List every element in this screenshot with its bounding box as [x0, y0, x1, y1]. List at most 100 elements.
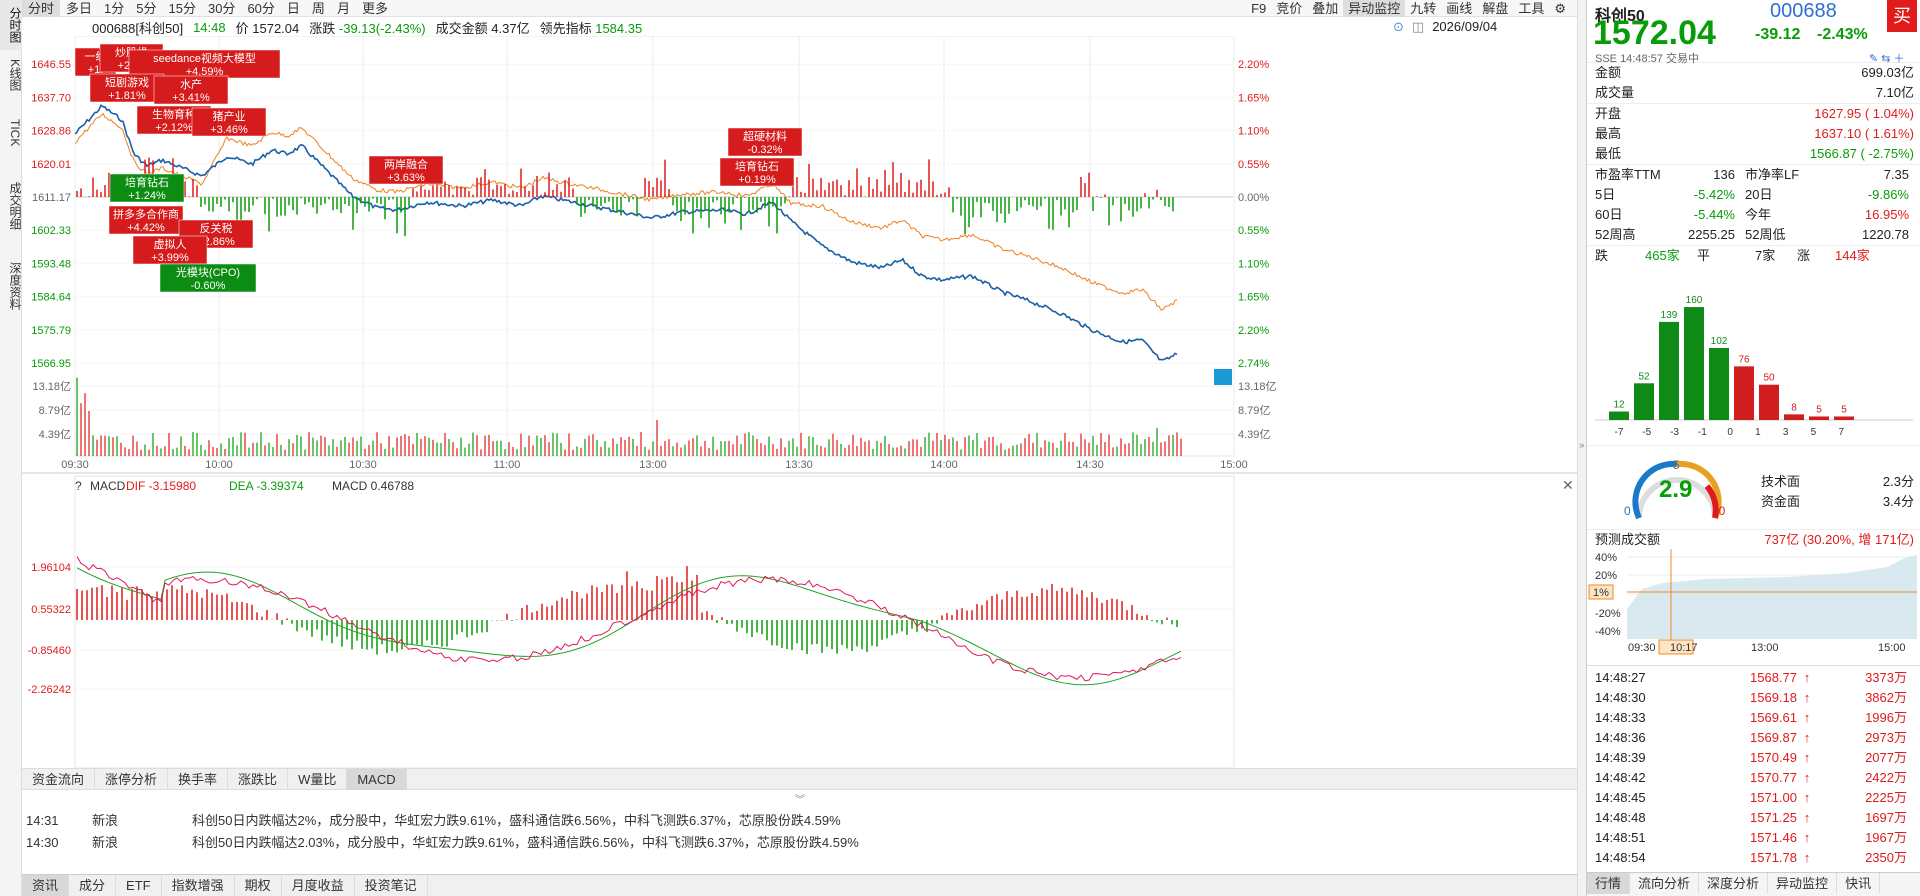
tab-timeshare[interactable]: 分时: [22, 0, 61, 17]
dist-axis-label: 5: [1811, 427, 1817, 438]
draw-line-button[interactable]: 画线: [1441, 0, 1477, 17]
analysis-button[interactable]: 解盘: [1477, 0, 1513, 17]
forecast-tick-label: -40%: [1595, 626, 1621, 638]
tick-row: 14:48:51 1571.46 ↑ 1967万: [1587, 828, 1920, 848]
tab-limitup-analysis[interactable]: 涨停分析: [95, 769, 169, 790]
sync-icon[interactable]: ⊙: [1393, 18, 1404, 36]
panel-splitter[interactable]: »: [1577, 0, 1586, 896]
dist-bar-label: 5: [1816, 404, 1822, 415]
tab-60min[interactable]: 60分: [241, 0, 280, 17]
dist-axis-label: -3: [1670, 427, 1679, 438]
tab-constituents[interactable]: 成分: [69, 875, 117, 896]
collapse-chevron-icon[interactable]: ︾: [790, 791, 810, 806]
vtab-tick[interactable]: TICK: [0, 100, 22, 166]
bottom-tabs: 资讯 成分 ETF 指数增强 期权 月度收益 投资笔记: [22, 874, 1577, 896]
event-annotation[interactable]: 水产+3.41%: [153, 75, 229, 105]
tab-more[interactable]: 更多: [356, 0, 394, 17]
event-annotation[interactable]: 培育钻石+0.19%: [719, 157, 795, 187]
market-status: SSE 14:48:57 交易中: [1595, 53, 1699, 65]
tab-month[interactable]: 月: [331, 0, 356, 17]
gauge-mid: 5: [1673, 458, 1680, 472]
tab-15min[interactable]: 15分: [163, 0, 202, 17]
annotation-title: 虚拟人: [154, 237, 187, 251]
forecast-tick-label: -20%: [1595, 608, 1621, 620]
tick-price: 1569.18: [1750, 690, 1797, 705]
distribution-chart: 12 52 139 160 102 76 50 8 5 5 -7 -5 -3 -1 0 1 3 5 7: [1595, 295, 1913, 438]
tab-turnover[interactable]: 换手率: [168, 769, 229, 790]
tab-day[interactable]: 日: [281, 0, 306, 17]
nine-turn-button[interactable]: 九转: [1405, 0, 1441, 17]
tick-row: 14:48:54 1571.78 ↑ 2350万: [1587, 848, 1920, 868]
dist-bar: [1709, 348, 1729, 420]
gear-icon[interactable]: ⚙: [1549, 0, 1571, 17]
overlay-button[interactable]: 叠加: [1307, 0, 1343, 17]
tick-time: 14:48:48: [1595, 810, 1646, 825]
macd-tick-label: 0.55322: [31, 604, 71, 616]
event-annotation[interactable]: 光模块(CPO)-0.60%: [159, 263, 257, 293]
dist-bar: [1634, 383, 1654, 420]
index-code: 000688[科创50]: [92, 20, 184, 36]
edit-icons[interactable]: ✎ ⇆ ＋: [1869, 50, 1905, 66]
tab-etf[interactable]: ETF: [116, 875, 162, 896]
tab-1min[interactable]: 1分: [98, 0, 130, 17]
tick-row: 14:48:42 1570.77 ↑ 2422万: [1587, 768, 1920, 788]
anomaly-monitor-button[interactable]: 异动监控: [1343, 0, 1406, 17]
tab-updown-ratio[interactable]: 涨跌比: [228, 769, 289, 790]
tab-options[interactable]: 期权: [235, 875, 282, 896]
tab-anomaly[interactable]: 异动监控: [1768, 873, 1838, 894]
tab-30min[interactable]: 30分: [202, 0, 241, 17]
tools-button[interactable]: 工具: [1513, 0, 1549, 17]
event-annotation[interactable]: 猪产业+3.46%: [191, 107, 267, 137]
tab-week[interactable]: 周: [306, 0, 331, 17]
f9-button[interactable]: F9: [1246, 0, 1271, 17]
main-chart[interactable]: 1655.39 2.74% 1646.55 2.20% 1637.70 1.65% 1628…: [22, 36, 1577, 768]
price-label: 价: [235, 20, 249, 36]
tab-notes[interactable]: 投资笔记: [355, 875, 428, 896]
pct-tick-label: 2.20%: [1238, 325, 1269, 337]
vtab-timeshare[interactable]: 分时图: [0, 0, 22, 50]
macd-dea: DEA -3.39374: [229, 479, 304, 493]
low-value: 1566.87 ( -2.75%): [1809, 146, 1914, 161]
tick-amount: 3862万: [1865, 690, 1907, 705]
up-label: 涨: [1797, 248, 1811, 263]
ytd-label: 今年: [1745, 207, 1772, 222]
auction-button[interactable]: 竞价: [1271, 0, 1307, 17]
tab-index-enhanced[interactable]: 指数增强: [162, 875, 235, 896]
volume-row: 成交量 7.10亿: [1587, 83, 1920, 103]
open-value: 1627.95 ( 1.04%): [1814, 106, 1914, 121]
buy-button[interactable]: 买: [1887, 0, 1917, 32]
tab-news[interactable]: 资讯: [22, 875, 70, 896]
macd-dif: DIF -3.15980: [126, 479, 196, 493]
tab-depth-analysis[interactable]: 深度分析: [1699, 873, 1769, 894]
vtab-depth-info[interactable]: 深度资料: [0, 246, 22, 326]
52w-low-value: 1220.78: [1862, 227, 1909, 242]
vtab-kline[interactable]: K线图: [0, 50, 22, 100]
amount-label: 成交金额: [435, 20, 488, 36]
tab-macd[interactable]: MACD: [347, 769, 407, 790]
event-annotation[interactable]: 短剧游戏+1.81%: [89, 73, 165, 103]
event-annotation[interactable]: 拼多多合作商+4.42%: [108, 205, 184, 235]
price-tick-label: 1611.17: [32, 192, 71, 204]
news-item[interactable]: 14:31 新浪 科创50日内跌幅达2%，成分股中，华虹宏力跌9.61%，盛科通信跌…: [22, 810, 1577, 832]
tab-multiday[interactable]: 多日: [60, 0, 98, 17]
tab-capital-flow[interactable]: 资金流向: [22, 769, 96, 790]
event-annotation[interactable]: 虚拟人+3.99%: [132, 235, 208, 265]
vtab-trade-detail[interactable]: 成交明细: [0, 166, 22, 246]
high-value: 1637.10 ( 1.61%): [1814, 126, 1914, 141]
event-annotation[interactable]: 超硬材料-0.32%: [727, 127, 803, 157]
tab-quote[interactable]: 行情: [1587, 873, 1631, 894]
tick-list: 14:48:27 1568.77 ↑ 3373万 14:48:30 1569.18 ↑ 386…: [1587, 665, 1920, 888]
event-annotation[interactable]: 培育钻石+1.24%: [109, 173, 185, 203]
tab-volume-ratio[interactable]: W量比: [288, 769, 348, 790]
tab-5min[interactable]: 5分: [130, 0, 162, 17]
news-item[interactable]: 14:30 新浪 科创50日内跌幅达2.03%，成分股中，华虹宏力跌9.61%，盛科…: [22, 832, 1577, 854]
52w-low-label: 52周低: [1745, 227, 1786, 242]
tab-flow-analysis[interactable]: 流向分析: [1630, 873, 1700, 894]
dist-bar-label: 8: [1791, 402, 1797, 413]
tab-flash[interactable]: 快讯: [1837, 873, 1881, 894]
tab-monthly-return[interactable]: 月度收益: [282, 875, 355, 896]
amount-value-right: 699.03亿: [1861, 65, 1914, 80]
wifi-icon[interactable]: ◫: [1412, 18, 1424, 36]
forecast-chart[interactable]: 40%20%0%-20%-40%1%09:3010:1713:0015:00: [1587, 549, 1920, 665]
event-annotation[interactable]: 两岸融合+3.63%: [368, 155, 444, 185]
